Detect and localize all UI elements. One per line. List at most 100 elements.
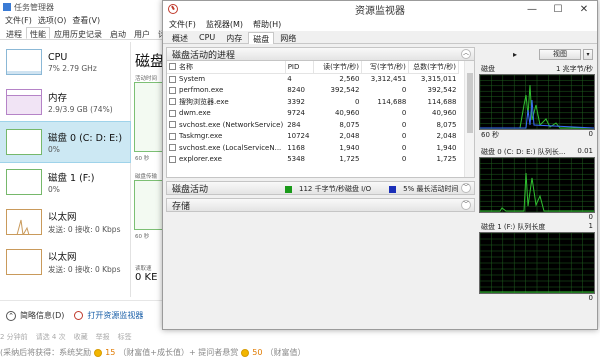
col-total[interactable]: 总数(字节/秒) <box>408 61 460 74</box>
tm-tab-app-history[interactable]: 应用历史记录 <box>50 27 106 39</box>
process-pid-cell: 10724 <box>287 132 310 141</box>
perf-item-memory[interactable]: 内存 2.9/3.9 GB (74%) <box>0 82 130 122</box>
tab-network[interactable]: 网络 <box>275 31 301 43</box>
row-checkbox[interactable] <box>169 86 176 94</box>
tab-cpu[interactable]: CPU <box>194 31 220 43</box>
task-manager-window: 任务管理器 文件(F) 选项(O) 查看(V) 进程 性能 应用历史记录 启动 … <box>0 0 190 330</box>
reward-info-row: (采纳后将获得：系统奖励 15 （财富值+成长值）+ 提问者悬赏 50 （财富值… <box>0 347 305 358</box>
task-manager-menubar: 文件(F) 选项(O) 查看(V) <box>0 14 169 27</box>
disk0-queue-chart <box>480 158 594 212</box>
graph-disk0-queue: 磁盘 0 (C: D: E:) 队列长... 0.01 0 <box>479 147 595 222</box>
read-speed-value: 0 KE <box>135 272 158 283</box>
perf-item-value: 7% 2.79 GHz <box>48 63 97 73</box>
tm-tab-processes[interactable]: 进程 <box>2 27 26 39</box>
process-write-cell: 0 <box>401 86 407 95</box>
fewer-details-link[interactable]: 简略信息(D) <box>20 310 64 321</box>
expand-chevron-icon[interactable]: ﹀ <box>461 200 471 210</box>
views-button[interactable]: 视图 <box>539 48 581 60</box>
select-all-checkbox[interactable] <box>169 63 176 71</box>
tm-tab-performance[interactable]: 性能 <box>26 27 50 39</box>
meta-tags[interactable]: 标签 <box>118 332 132 342</box>
disk-processes-header[interactable]: 磁盘活动的进程 ︿ <box>166 47 475 61</box>
perf-item-disk-1[interactable]: 磁盘 1 (F:) 0% <box>0 162 130 202</box>
disk-processes-table-area: 名称 PID 读(字节/秒) 写(字节/秒) 总数(字节/秒) System 4 2… <box>166 61 475 178</box>
col-pid[interactable]: PID <box>285 61 314 74</box>
scrollbar-thumb[interactable] <box>467 73 473 133</box>
tm-tab-startup[interactable]: 启动 <box>106 27 130 39</box>
maximize-button[interactable]: ☐ <box>545 1 571 17</box>
process-pid-cell: 3392 <box>287 97 306 106</box>
ethernet-thumbnail-graph <box>6 209 42 235</box>
table-row[interactable]: Taskmgr.exe 10724 2,048 0 2,048 <box>167 131 459 143</box>
tm-tab-users[interactable]: 用户 <box>130 27 154 39</box>
process-pid-cell: 1168 <box>287 143 306 152</box>
table-row[interactable]: perfmon.exe 8240 392,542 0 392,542 <box>167 85 459 97</box>
collapse-chevron-icon[interactable]: ︿ <box>461 49 471 59</box>
perf-item-value: 0% <box>48 185 60 194</box>
row-checkbox[interactable] <box>169 121 176 129</box>
expand-chevron-icon[interactable]: ﹀ <box>461 183 471 193</box>
perf-item-disk-0[interactable]: 磁盘 0 (C: D: E:) 0% <box>0 121 131 163</box>
tm-menu-options[interactable]: 选项(O) <box>38 15 67 26</box>
collapse-up-icon[interactable]: ⌃ <box>6 310 16 321</box>
perf-item-cpu[interactable]: CPU 7% 2.79 GHz <box>0 42 130 82</box>
perf-item-ethernet-2[interactable]: 以太网 发送: 0 接收: 0 Kbps <box>0 242 130 282</box>
resource-monitor-app-icon[interactable] <box>168 4 178 14</box>
row-checkbox[interactable] <box>169 144 176 152</box>
tab-memory[interactable]: 内存 <box>221 31 247 43</box>
views-dropdown-icon[interactable]: ▾ <box>583 48 593 60</box>
graph-title: 磁盘 <box>481 65 495 73</box>
process-read-cell: 8,075 <box>339 120 360 129</box>
meta-favorite[interactable]: 收藏 <box>74 332 88 342</box>
tab-overview[interactable]: 概述 <box>167 31 193 43</box>
process-read-cell: 2,560 <box>339 75 360 83</box>
col-name[interactable]: 名称 <box>167 61 286 74</box>
row-checkbox[interactable] <box>169 109 176 117</box>
graph-scale: 1 <box>588 222 593 230</box>
process-total-cell: 1,725 <box>436 155 457 164</box>
menu-monitor[interactable]: 监视器(M) <box>206 19 243 30</box>
process-name-cell: dwm.exe <box>179 109 211 118</box>
expand-right-icon[interactable]: ▸ <box>513 50 517 59</box>
table-row[interactable]: explorer.exe 5348 1,725 0 1,725 <box>167 154 459 166</box>
close-button[interactable]: ✕ <box>571 1 597 17</box>
table-row[interactable]: dwm.exe 9724 40,960 0 40,960 <box>167 108 459 120</box>
meta-report[interactable]: 举报 <box>96 332 110 342</box>
perf-item-name: 磁盘 0 (C: D: E:) <box>48 133 123 144</box>
tm-menu-view[interactable]: 查看(V) <box>72 15 100 26</box>
open-resource-monitor-link[interactable]: 打开资源监视器 <box>87 310 143 321</box>
perf-item-name: 以太网 <box>48 252 77 263</box>
processes-scrollbar[interactable] <box>464 61 474 177</box>
tm-menu-file[interactable]: 文件(F) <box>5 15 32 26</box>
menu-help[interactable]: 帮助(H) <box>253 19 281 30</box>
graph-plot <box>479 232 595 294</box>
row-checkbox[interactable] <box>169 75 176 83</box>
reward-middle: （财富值+成长值）+ 提问者悬赏 <box>118 348 239 357</box>
menu-file[interactable]: 文件(F) <box>169 19 196 30</box>
ethernet-spike-graph <box>16 219 30 234</box>
resource-monitor-titlebar[interactable]: 资源监视器 — ☐ ✕ <box>163 1 597 17</box>
perf-item-value: 发送: 0 接收: 0 Kbps <box>48 225 121 234</box>
graphs-panel: ▸ 视图 ▾ 磁盘 1 兆字节/秒 60 秒 0 磁盘 0 (C: D: E:) 队… <box>479 47 595 329</box>
process-read-cell: 40,960 <box>334 109 360 118</box>
row-checkbox[interactable] <box>169 132 176 140</box>
table-row[interactable]: System 4 2,560 3,312,451 3,315,011 <box>167 73 459 85</box>
coin-icon <box>94 348 103 357</box>
row-checkbox[interactable] <box>169 155 176 163</box>
process-name-cell: svchost.exe (LocalServiceN... <box>179 143 282 152</box>
minimize-button[interactable]: — <box>519 1 545 17</box>
graph-min: 0 <box>588 294 593 302</box>
tab-disk[interactable]: 磁盘 <box>248 32 275 44</box>
table-row[interactable]: 搜狗浏览器.exe 3392 0 114,688 114,688 <box>167 96 459 108</box>
question-meta-row: 2 分钟前 请选 4 次 收藏 举报 标签 <box>0 332 132 342</box>
row-checkbox[interactable] <box>169 98 176 106</box>
col-read[interactable]: 读(字节/秒) <box>313 61 362 74</box>
table-row[interactable]: svchost.exe (LocalServiceN... 1168 1,940 0 1… <box>167 142 459 154</box>
disk-activity-header[interactable]: 磁盘活动 112 千字节/秒磁盘 I/O 5% 最长活动时间 ﹀ <box>166 181 475 195</box>
perf-item-value: 2.9/3.9 GB (74%) <box>48 105 113 114</box>
perf-item-ethernet-1[interactable]: 以太网 发送: 0 接收: 0 Kbps <box>0 202 130 242</box>
storage-header[interactable]: 存储 ﹀ <box>166 198 475 212</box>
process-pid-cell: 8240 <box>287 86 306 95</box>
col-write[interactable]: 写(字节/秒) <box>361 61 409 74</box>
table-row[interactable]: svchost.exe (NetworkService) 284 8,075 0 8,0… <box>167 119 459 131</box>
